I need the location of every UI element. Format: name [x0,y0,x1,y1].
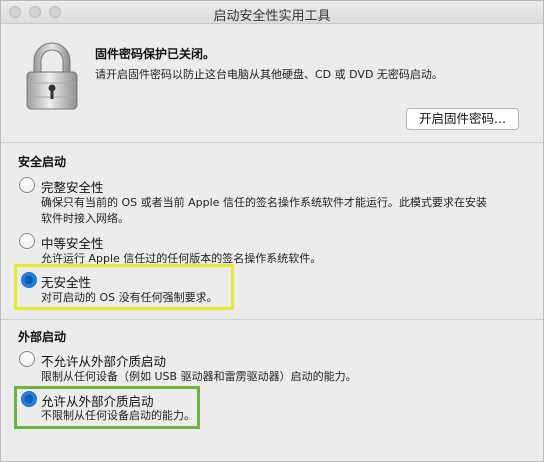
allow-external-desc: 不限制从任何设备启动的能力。 [41,409,195,422]
window-title: 启动安全性实用工具 [213,9,331,24]
no-security-label[interactable]: 无安全性 [41,272,91,291]
firmware-heading: 固件密码保护已关闭。 [95,47,216,61]
external-boot-heading: 外部启动 [18,330,67,344]
enable-firmware-password-button[interactable]: 开启固件密码... [406,108,519,130]
startup-security-window: 启动安全性实用工具 固件密码保护已关闭。 请开启固件密码以防止这台电脑从其他硬盘… [0,0,544,462]
radio-disallow-external[interactable] [19,351,35,367]
radio-no-security[interactable] [21,272,37,288]
radio-medium-security[interactable] [19,233,35,249]
disallow-external-desc: 限制从任何设备（例如 USB 驱动器和雷雳驱动器）启动的能力。 [41,370,357,383]
divider [1,142,543,143]
full-security-label[interactable]: 完整安全性 [41,177,104,196]
title-bar: 启动安全性实用工具 [1,1,543,24]
medium-security-label[interactable]: 中等安全性 [41,233,104,252]
secure-boot-heading: 安全启动 [18,155,67,169]
full-security-desc: 确保只有当前的 OS 或者当前 Apple 信任的签名操作系统软件才能运行。此模… [41,196,487,209]
no-security-desc: 对可启动的 OS 没有任何强制要求。 [41,291,218,304]
divider [1,319,543,320]
disallow-external-label[interactable]: 不允许从外部介质启动 [41,351,166,370]
firmware-description: 请开启固件密码以防止这台电脑从其他硬盘、CD 或 DVD 无密码启动。 [95,68,443,81]
radio-allow-external[interactable] [21,391,37,407]
radio-full-security[interactable] [19,177,35,193]
lock-icon [23,39,81,111]
full-security-desc-2: 软件时接入网络。 [41,212,129,225]
